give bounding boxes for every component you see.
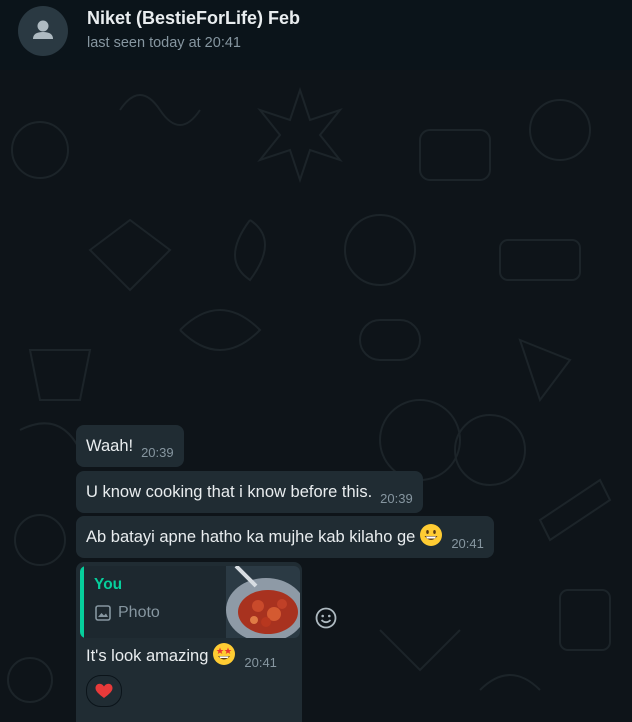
smiley-icon	[315, 607, 337, 629]
red-heart-icon	[95, 683, 113, 698]
contact-avatar[interactable]	[18, 6, 68, 56]
quote-author: You	[94, 576, 123, 593]
quoted-message[interactable]: You Photo	[80, 566, 300, 638]
message-text: Ab batayi apne hatho ka mujhe kab kilaho…	[86, 527, 416, 546]
add-reaction-button[interactable]	[314, 606, 338, 630]
grinning-face-icon	[419, 523, 443, 552]
chat-header[interactable]: Niket (BestieForLife) Feb last seen toda…	[0, 0, 632, 70]
contact-name[interactable]: Niket (BestieForLife) Feb	[87, 8, 300, 29]
message-time: 20:41	[451, 535, 484, 551]
last-seen-status: last seen today at 20:41	[87, 35, 241, 51]
photo-thumbnail[interactable]	[226, 566, 300, 638]
message-text: It's look amazing	[86, 647, 209, 665]
message-time: 20:39	[141, 444, 174, 460]
message-text: U know cooking that i know before this.	[86, 482, 373, 501]
chat-area: Waah! 20:39 U know cooking that i know b…	[0, 70, 632, 722]
incoming-message[interactable]: Ab batayi apne hatho ka mujhe kab kilaho…	[76, 516, 494, 558]
message-text: Waah!	[86, 436, 134, 455]
message-reaction[interactable]	[86, 675, 122, 707]
incoming-message[interactable]: U know cooking that i know before this. …	[76, 471, 423, 513]
quote-accent-bar	[80, 566, 84, 638]
message-time: 20:41	[244, 655, 277, 670]
person-icon	[33, 20, 53, 39]
star-struck-icon	[212, 642, 236, 671]
image-icon	[95, 605, 111, 621]
message-time: 20:39	[380, 490, 413, 506]
quote-type-text: Photo	[118, 604, 160, 621]
incoming-message[interactable]: Waah! 20:39	[76, 425, 184, 467]
quote-media-label: Photo	[94, 604, 160, 622]
reply-text-line: It's look amazing 20:41	[86, 642, 277, 671]
